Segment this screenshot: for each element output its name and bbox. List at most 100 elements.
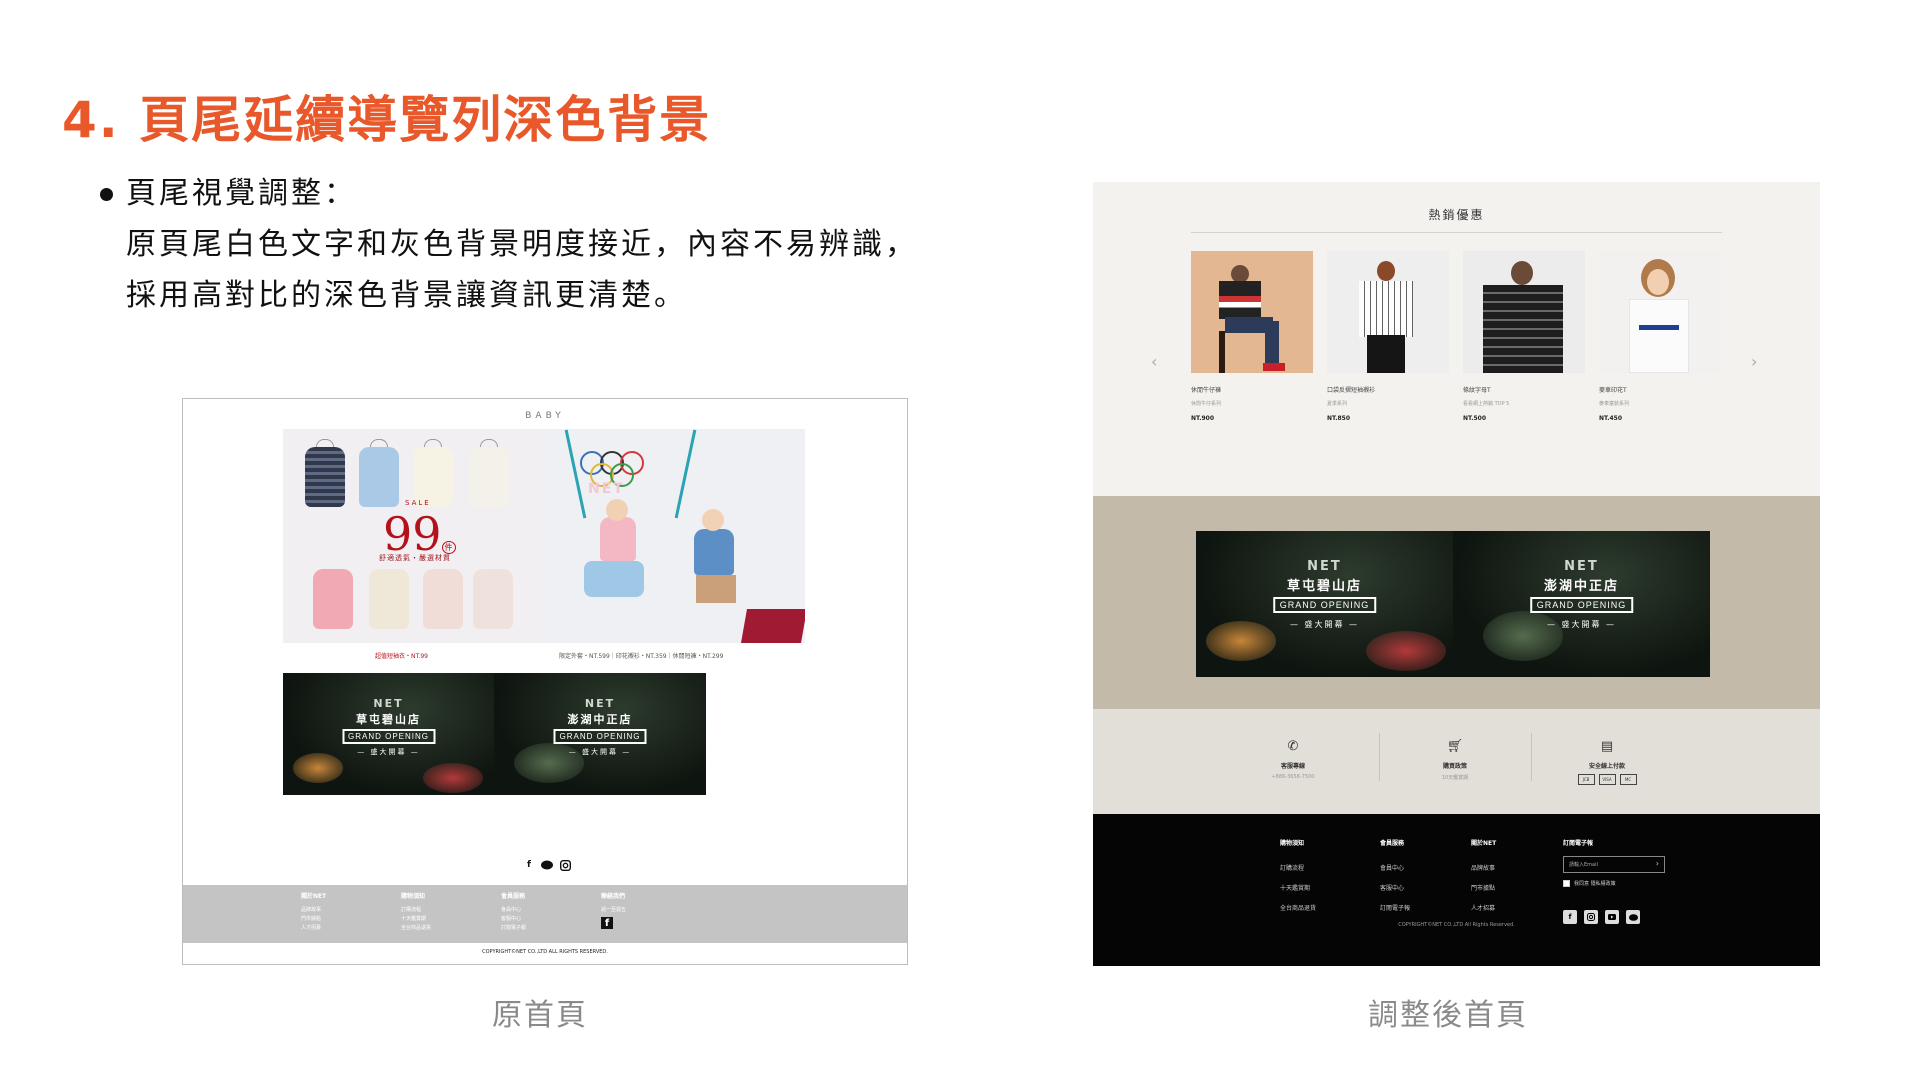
footer-link[interactable]: 人才招募	[301, 924, 391, 933]
facebook-icon[interactable]: f	[523, 859, 535, 871]
store-banner-penghu[interactable]: NET 澎湖中正店 GRAND OPENING — 盛大開幕 —	[1453, 531, 1710, 677]
sale-tag: SALE	[405, 499, 431, 507]
service-sub: +886-3658-7500	[1271, 774, 1315, 780]
store-subtitle: — 盛大開幕 —	[568, 748, 632, 756]
product-image[interactable]	[1463, 251, 1585, 373]
model-head-image	[1511, 261, 1533, 285]
footer-text: 週一至週五	[601, 907, 627, 913]
footer-col: 購物須知 訂購流程 十天鑑賞期 全台商品退貨	[401, 891, 491, 933]
product-name[interactable]: 口袋反摺短袖襯衫	[1327, 385, 1449, 394]
footer-link[interactable]: 訂購流程	[401, 906, 491, 915]
original-homepage-screenshot: BABY SALE 99 件 舒適透氣・嚴選材質 NET 超值短袖衣・NT.99…	[182, 398, 908, 965]
rope-image	[674, 429, 697, 519]
store-banner-caotun[interactable]: NET 草屯碧山店 GRAND OPENING — 盛大開幕 —	[1196, 531, 1453, 677]
privacy-label: 我同意 隱私權政策	[1574, 881, 1616, 887]
line-icon[interactable]	[541, 859, 553, 871]
footer-link[interactable]: 會員中心	[501, 906, 591, 915]
footer-link[interactable]: 訂購流程	[1280, 859, 1316, 879]
service-title: 購買政策	[1442, 763, 1467, 770]
carousel-next-icon[interactable]: ›	[1751, 352, 1757, 371]
service-item: ✆ 客服專線 +886-3658-7500	[1223, 739, 1363, 780]
product-card[interactable]: 麥車印花T 麥車童裝系列 NT.450	[1599, 251, 1721, 422]
product-name[interactable]: 麥車印花T	[1599, 385, 1721, 394]
grand-opening-badge: GRAND OPENING	[553, 729, 647, 744]
privacy-checkbox[interactable]: 我同意 隱私權政策	[1563, 880, 1616, 887]
product-image[interactable]	[1327, 251, 1449, 373]
divider	[1379, 733, 1380, 781]
stool-image	[1219, 331, 1225, 373]
carousel-prev-icon[interactable]: ‹	[1151, 352, 1157, 371]
checkbox-icon[interactable]	[1563, 880, 1570, 887]
jcb-icon: JCB	[1577, 774, 1595, 785]
footer-link[interactable]: 訂閱電子報	[1380, 899, 1410, 919]
footer-col: 聯絡我們 週一至週五 f	[601, 891, 691, 929]
rope-image	[564, 429, 587, 519]
footer-link[interactable]: 門市據點	[301, 915, 391, 924]
cart-icon: 🛒︎	[1446, 739, 1464, 754]
product-image[interactable]	[1599, 251, 1721, 373]
net-logo: NET	[588, 481, 625, 497]
facebook-icon[interactable]: f	[601, 917, 613, 929]
footer-col-title: 購物須知	[401, 893, 426, 900]
product-name[interactable]: 條紋字母T	[1463, 385, 1585, 394]
grand-opening-badge: GRAND OPENING	[1272, 597, 1377, 613]
sale-promo-banner[interactable]: SALE 99 件 舒適透氣・嚴選材質	[283, 429, 544, 643]
footer-col-title: 聯絡我們	[601, 893, 626, 900]
child-image	[694, 529, 734, 575]
footer-link[interactable]: 會員中心	[1380, 859, 1410, 879]
child-shorts-image	[696, 575, 736, 603]
service-title: 客服專線	[1280, 763, 1305, 770]
product-desc: 夏季系列	[1327, 401, 1348, 407]
footer-link[interactable]: 客服中心	[501, 915, 591, 924]
caption-adjusted: 調整後首頁	[1368, 998, 1528, 1033]
product-card[interactable]: 休閒牛仔褲 休閒牛仔系列 NT.900	[1191, 251, 1313, 422]
service-item: ▤ 安全線上付款 JCB VISA MC	[1537, 739, 1677, 785]
copyright-text: COPYRIGHT©NET CO.,LTD ALL RIGHTS RESERVE…	[482, 949, 608, 955]
footer-link[interactable]: 全台商品退貨	[1280, 899, 1316, 919]
email-input[interactable]: 請輸入Email ›	[1563, 856, 1665, 873]
product-card[interactable]: 口袋反摺短袖襯衫 夏季系列 NT.850	[1327, 251, 1449, 422]
footer-link[interactable]: 十天鑑賞期	[401, 915, 491, 924]
service-title: 安全線上付款	[1588, 763, 1625, 770]
footer-link[interactable]: 門市據點	[1471, 879, 1496, 899]
footer-link[interactable]: 品牌故事	[1471, 859, 1496, 879]
footer-col: 關於NET 品牌故事 門市據點 人才招募	[1471, 838, 1496, 919]
store-name: 草屯碧山店	[356, 713, 421, 726]
footer-col-title: 購物須知	[1280, 840, 1305, 847]
service-sub: 10天鑑賞期	[1441, 775, 1469, 781]
hanger-icon	[480, 439, 498, 447]
bullet-text: 頁尾視覺調整： 原頁尾白色文字和灰色背景明度接近，內容不易辨識， 採用高對比的深…	[126, 168, 918, 321]
slide-heading: 4. 頁尾延續導覽列深色背景	[62, 91, 712, 149]
product-card[interactable]: 條紋字母T 看看網上熱銷 TOP 5 NT.500	[1463, 251, 1585, 422]
onesie-image	[313, 569, 353, 629]
footer-link[interactable]: 人才招募	[1471, 899, 1496, 919]
footer-link[interactable]: 全台商品退貨	[401, 924, 491, 933]
grand-opening-badge: GRAND OPENING	[341, 729, 436, 744]
bullet-dot-icon	[100, 188, 113, 201]
kids-promo-banner[interactable]: NET	[544, 429, 805, 643]
footer-link[interactable]: 客服中心	[1380, 879, 1410, 899]
hanger-icon	[316, 439, 334, 447]
product-name[interactable]: 休閒牛仔褲	[1191, 385, 1313, 394]
store-banner-penghu[interactable]: NET 澎湖中正店 GRAND OPENING — 盛大開幕 —	[494, 673, 706, 795]
street-light-image	[423, 763, 483, 793]
footer-link[interactable]: 品牌故事	[301, 906, 391, 915]
bullet-line-1: 頁尾視覺調整：	[126, 176, 357, 211]
instagram-icon[interactable]	[559, 859, 571, 871]
visa-icon: VISA	[1598, 774, 1616, 785]
bullet-line-2: 原頁尾白色文字和灰色背景明度接近，內容不易辨識，	[126, 227, 918, 262]
sneaker-image	[741, 609, 805, 643]
divider	[1191, 232, 1722, 233]
store-banner-caotun[interactable]: NET 草屯碧山店 GRAND OPENING — 盛大開幕 —	[283, 673, 494, 795]
caption-original: 原首頁	[492, 998, 588, 1033]
product-image[interactable]	[1191, 251, 1313, 373]
footer-link[interactable]: 十天鑑賞期	[1280, 879, 1316, 899]
product-price: NT.450	[1599, 415, 1623, 422]
store-net-logo: NET	[584, 697, 616, 710]
footer-col-title: 會員服務	[1380, 840, 1405, 847]
model-tee-image	[1629, 299, 1689, 373]
footer-link[interactable]: 訂閱電子報	[501, 924, 591, 933]
copyright-text: COPYRIGHT©NET CO.,LTD All Rights Reserve…	[1398, 922, 1515, 928]
submit-arrow-icon[interactable]: ›	[1656, 859, 1659, 868]
product-price: NT.500	[1463, 415, 1487, 422]
